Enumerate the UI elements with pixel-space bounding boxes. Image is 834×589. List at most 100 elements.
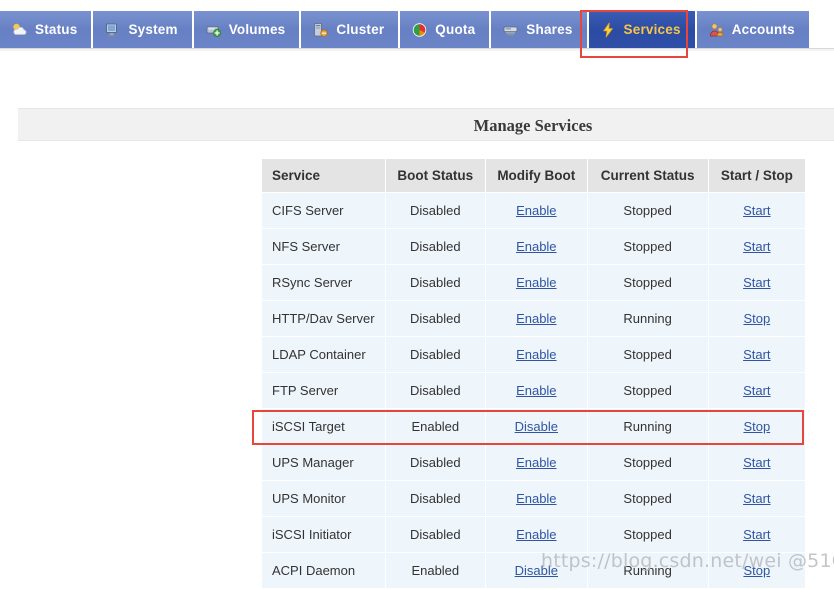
table-row: RSync Server Disabled Enable Stopped Start — [262, 265, 805, 300]
table-row: UPS Monitor Disabled Enable Stopped Start — [262, 481, 805, 516]
table-row: FTP Server Disabled Enable Stopped Start — [262, 373, 805, 408]
nav-tab-shares[interactable]: Shares — [491, 11, 589, 48]
page-title-panel: Manage Services — [18, 108, 834, 141]
drive-add-icon — [205, 22, 222, 38]
start-stop-link[interactable]: Start — [743, 455, 770, 470]
column-header-current-status: Current Status — [587, 159, 708, 192]
modify-boot-link[interactable]: Enable — [516, 527, 556, 542]
nav-tab-label: Status — [35, 21, 78, 37]
modify-boot-link[interactable]: Disable — [515, 563, 558, 578]
current-status-cell: Stopped — [587, 193, 708, 228]
user-group-icon — [708, 22, 725, 38]
start-stop-cell: Start — [708, 481, 805, 516]
table-row: iSCSI Initiator Disabled Enable Stopped Star… — [262, 517, 805, 552]
start-stop-link[interactable]: Start — [743, 275, 770, 290]
boot-status-cell: Disabled — [385, 301, 486, 336]
boot-status-cell: Disabled — [385, 265, 486, 300]
table-row: iSCSI Target Enabled Disable Running Stop — [262, 409, 805, 444]
start-stop-link[interactable]: Stop — [743, 311, 770, 326]
start-stop-cell: Start — [708, 517, 805, 552]
start-stop-link[interactable]: Start — [743, 491, 770, 506]
nav-tab-volumes[interactable]: Volumes — [193, 11, 302, 48]
modify-boot-cell: Enable — [486, 517, 587, 552]
modify-boot-link[interactable]: Enable — [516, 491, 556, 506]
servers-stack-icon — [312, 22, 329, 38]
boot-status-cell: Disabled — [385, 517, 486, 552]
nav-tab-system[interactable]: System — [93, 11, 194, 48]
start-stop-cell: Start — [708, 373, 805, 408]
current-status-cell: Stopped — [587, 229, 708, 264]
start-stop-cell: Start — [708, 193, 805, 228]
boot-status-cell: Disabled — [385, 445, 486, 480]
boot-status-cell: Disabled — [385, 337, 486, 372]
nav-tab-label: System — [128, 21, 178, 37]
boot-status-cell: Disabled — [385, 229, 486, 264]
nav-tab-quota[interactable]: Quota — [400, 11, 492, 48]
service-name-cell: RSync Server — [262, 265, 385, 300]
modify-boot-link[interactable]: Enable — [516, 383, 556, 398]
service-name-cell: CIFS Server — [262, 193, 385, 228]
modify-boot-link[interactable]: Enable — [516, 203, 556, 218]
table-row: LDAP Container Disabled Enable Stopped Start — [262, 337, 805, 372]
pie-chart-icon — [411, 22, 428, 38]
service-name-cell: UPS Manager — [262, 445, 385, 480]
start-stop-cell: Start — [708, 229, 805, 264]
current-status-cell: Stopped — [587, 517, 708, 552]
table-row: HTTP/Dav Server Disabled Enable Running Stop — [262, 301, 805, 336]
nav-tab-cluster[interactable]: Cluster — [301, 11, 401, 48]
modify-boot-link[interactable]: Enable — [516, 347, 556, 362]
column-header-service: Service — [262, 159, 385, 192]
boot-status-cell: Disabled — [385, 373, 486, 408]
current-status-cell: Stopped — [587, 481, 708, 516]
start-stop-link[interactable]: Stop — [743, 419, 770, 434]
start-stop-link[interactable]: Start — [743, 239, 770, 254]
nav-tab-status[interactable]: Status — [0, 11, 94, 48]
service-name-cell: NFS Server — [262, 229, 385, 264]
start-stop-cell: Stop — [708, 301, 805, 336]
start-stop-cell: Start — [708, 265, 805, 300]
modify-boot-link[interactable]: Enable — [516, 239, 556, 254]
modify-boot-cell: Enable — [486, 193, 587, 228]
start-stop-link[interactable]: Start — [743, 203, 770, 218]
nav-tab-label: Cluster — [336, 21, 385, 37]
modify-boot-link[interactable]: Disable — [515, 419, 558, 434]
start-stop-link[interactable]: Stop — [743, 563, 770, 578]
current-status-cell: Stopped — [587, 265, 708, 300]
boot-status-cell: Disabled — [385, 193, 486, 228]
column-header-boot-status: Boot Status — [385, 159, 486, 192]
boot-status-cell: Enabled — [385, 409, 486, 444]
modify-boot-link[interactable]: Enable — [516, 455, 556, 470]
modify-boot-link[interactable]: Enable — [516, 311, 556, 326]
service-name-cell: FTP Server — [262, 373, 385, 408]
main-navigation-bar: Status System Volumes Cluster Quota Shares Ser… — [0, 11, 834, 48]
service-name-cell: ACPI Daemon — [262, 553, 385, 588]
current-status-cell: Running — [587, 409, 708, 444]
modify-boot-cell: Enable — [486, 445, 587, 480]
nav-tab-label: Volumes — [228, 21, 286, 37]
network-drive-icon — [502, 22, 519, 38]
nav-tab-services[interactable]: Services — [588, 11, 697, 48]
weather-sun-cloud-icon — [11, 22, 28, 38]
table-header-row: Service Boot Status Modify Boot Current Sta… — [262, 159, 805, 192]
start-stop-link[interactable]: Start — [743, 383, 770, 398]
start-stop-cell: Stop — [708, 409, 805, 444]
services-table-head: Service Boot Status Modify Boot Current Sta… — [262, 159, 805, 192]
current-status-cell: Stopped — [587, 373, 708, 408]
nav-tab-accounts[interactable]: Accounts — [696, 11, 809, 48]
modify-boot-cell: Enable — [486, 481, 587, 516]
current-status-cell: Stopped — [587, 445, 708, 480]
modify-boot-cell: Enable — [486, 337, 587, 372]
service-name-cell: iSCSI Target — [262, 409, 385, 444]
modify-boot-cell: Disable — [486, 553, 587, 588]
services-table-body: CIFS Server Disabled Enable Stopped Start NFS… — [262, 193, 805, 588]
navbar-divider-shadow — [0, 49, 834, 51]
nav-tab-label: Services — [623, 21, 681, 37]
modify-boot-link[interactable]: Enable — [516, 275, 556, 290]
start-stop-link[interactable]: Start — [743, 347, 770, 362]
current-status-cell: Stopped — [587, 337, 708, 372]
nav-tab-label: Accounts — [731, 21, 795, 37]
monitor-icon — [104, 22, 121, 38]
modify-boot-cell: Enable — [486, 229, 587, 264]
start-stop-link[interactable]: Start — [743, 527, 770, 542]
start-stop-cell: Start — [708, 337, 805, 372]
